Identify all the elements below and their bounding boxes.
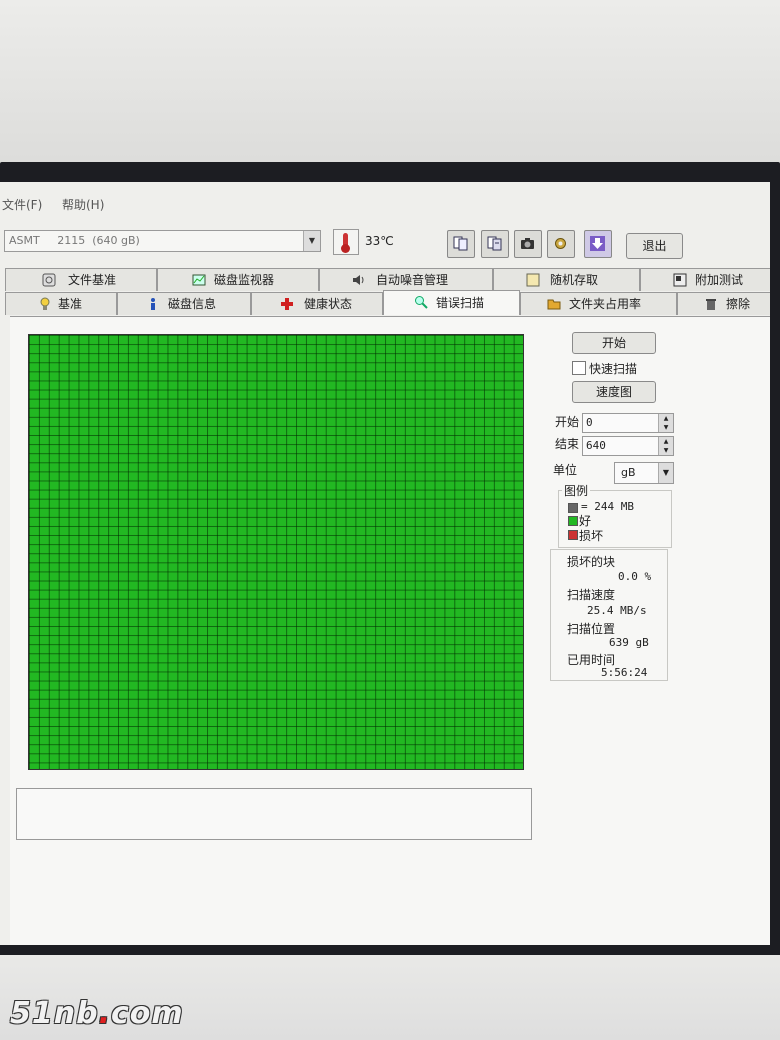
random-access-icon: [526, 273, 540, 287]
legend-block-swatch: [568, 503, 578, 513]
file-benchmark-icon: [42, 273, 56, 287]
start-scan-button[interactable]: 开始: [572, 332, 656, 354]
quick-scan-checkbox[interactable]: [572, 361, 586, 375]
scan-log-area: [16, 788, 532, 840]
chevron-down-icon[interactable]: ▼: [658, 463, 673, 483]
folder-icon: [547, 299, 561, 310]
scan-position-label: 扫描位置: [567, 622, 616, 636]
spin-down-icon[interactable]: ▼: [658, 446, 673, 455]
chevron-down-icon[interactable]: ▼: [303, 231, 320, 251]
download-arrow-icon: [590, 236, 605, 251]
spin-up-icon[interactable]: ▲: [658, 414, 673, 423]
tab-folder-usage[interactable]: 文件夹占用率: [520, 292, 677, 315]
start-position-label: 开始: [555, 415, 580, 429]
tab-benchmark[interactable]: 基准: [5, 292, 117, 315]
tab-aam[interactable]: 自动噪音管理: [319, 268, 493, 291]
trash-icon: [706, 299, 716, 310]
site-watermark: 51nb.com: [10, 996, 184, 1031]
spin-down-icon[interactable]: ▼: [658, 423, 673, 432]
copy-icon: [453, 236, 468, 251]
tab-error-scan[interactable]: 错误扫描: [383, 290, 520, 315]
end-position-value: 640: [586, 439, 606, 452]
legend-bad-label: 损坏: [579, 529, 604, 543]
drive-select-value: ASMT 2115 (640 gB): [9, 234, 140, 247]
drive-select[interactable]: ASMT 2115 (640 gB) ▼: [4, 230, 321, 252]
background-wall: [0, 0, 780, 170]
exit-button[interactable]: 退出: [626, 233, 683, 259]
start-position-value: 0: [586, 416, 593, 429]
scan-block-map: [28, 334, 524, 770]
scan-speed-label: 扫描速度: [567, 588, 616, 602]
health-cross-icon: [281, 298, 293, 310]
copy-all-button[interactable]: [481, 230, 509, 258]
unit-label: 单位: [553, 463, 578, 477]
tab-extra-tests[interactable]: 附加测试: [640, 268, 770, 291]
info-icon: [151, 298, 155, 310]
legend-good-swatch: [568, 516, 578, 526]
speaker-icon: [353, 275, 364, 285]
menu-help[interactable]: 帮助(H): [62, 196, 104, 213]
tab-erase[interactable]: 擦除: [677, 292, 770, 315]
tab-random-access[interactable]: 随机存取: [493, 268, 640, 291]
speed-map-button[interactable]: 速度图: [572, 381, 656, 403]
unit-select-value: gB: [621, 466, 636, 479]
benchmark-icon: [40, 297, 50, 310]
scan-position-value: 639 gB: [609, 636, 649, 649]
copy-text-button[interactable]: [447, 230, 475, 258]
elapsed-time-value: 5:56:24: [601, 666, 648, 679]
tab-file-benchmark[interactable]: 文件基准: [5, 268, 157, 291]
thermometer-icon: [333, 229, 359, 255]
start-position-input[interactable]: 0 ▲ ▼: [582, 413, 674, 433]
end-position-label: 结束: [555, 437, 580, 451]
save-button[interactable]: [584, 230, 612, 258]
end-position-input[interactable]: 640 ▲ ▼: [582, 436, 674, 456]
tools-icon: [555, 238, 566, 249]
spin-up-icon[interactable]: ▲: [658, 437, 673, 446]
unit-select[interactable]: gB ▼: [614, 462, 674, 484]
tab-health[interactable]: 健康状态: [251, 292, 383, 315]
legend-bad-swatch: [568, 530, 578, 540]
camera-icon: [521, 238, 534, 249]
copy-all-icon: [487, 236, 502, 251]
magnifier-icon: [415, 296, 428, 309]
scan-speed-value: 25.4 MB/s: [587, 604, 647, 617]
disk-monitor-icon: [192, 274, 206, 286]
options-button[interactable]: [547, 230, 575, 258]
menu-file[interactable]: 文件(F): [2, 196, 42, 213]
damaged-blocks-value: 0.0 %: [618, 570, 652, 583]
quick-scan-label: 快速扫描: [589, 362, 638, 376]
app-window: 文件(F) 帮助(H) ASMT 2115 (640 gB) ▼ 33℃ 退出 …: [0, 182, 770, 945]
legend-title: 图例: [562, 482, 591, 499]
screenshot-button[interactable]: [514, 230, 542, 258]
extra-tests-icon: [673, 273, 687, 287]
tab-disk-monitor[interactable]: 磁盘监视器: [157, 268, 319, 291]
damaged-blocks-label: 损坏的块: [567, 555, 616, 569]
tab-disk-info[interactable]: 磁盘信息: [117, 292, 251, 315]
temperature-readout: 33℃: [365, 234, 394, 248]
menu-bar: 文件(F) 帮助(H): [0, 196, 770, 216]
